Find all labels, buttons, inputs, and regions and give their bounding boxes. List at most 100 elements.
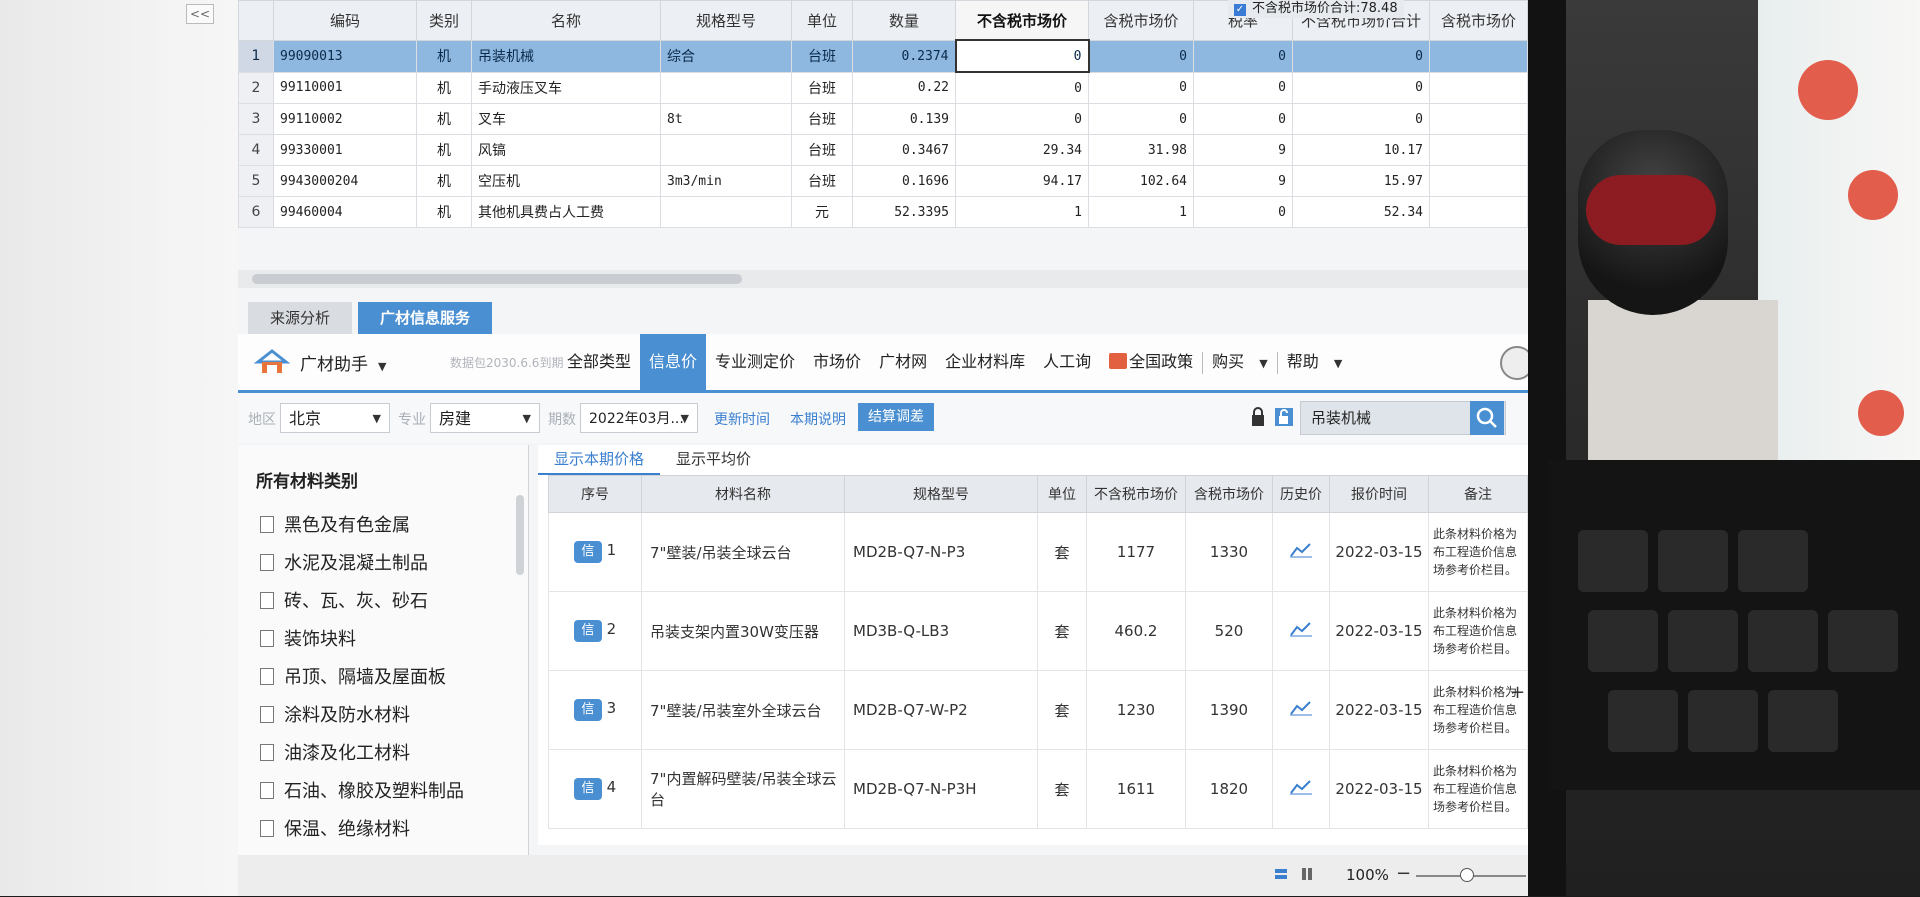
cell-type[interactable]: 机 [416,39,472,73]
price-cell-unit[interactable]: 套 [1037,749,1087,829]
category-item[interactable]: 砖、瓦、灰、砂石 [260,587,428,613]
grid-header-type[interactable]: 类别 [416,0,472,41]
cell-unit[interactable]: 元 [791,196,853,228]
cell-price-ex[interactable]: 29.34 [955,134,1089,166]
price-cell-price-in[interactable]: 1330 [1185,512,1273,592]
category-item[interactable]: 石油、橡胶及塑料制品 [260,777,464,803]
cell-price-in[interactable]: 1 [1088,196,1194,228]
cell-tax[interactable]: 0 [1193,71,1293,104]
cell-price-in[interactable]: 31.98 [1088,134,1194,166]
major-select[interactable]: 房建 ▼ [430,403,540,433]
grid-row[interactable]: 6 99460004 机 其他机具费占人工费 元 52.3395 1 1 0 5… [238,196,1528,228]
cell-qty[interactable]: 0.3467 [852,134,956,166]
cell-unit[interactable]: 台班 [791,71,853,104]
cell-unit[interactable]: 台班 [791,39,853,73]
nav-info-price[interactable]: 信息价 [640,334,707,390]
price-cell-date[interactable]: 2022-03-15 [1329,591,1429,671]
price-cell-unit[interactable]: 套 [1037,512,1087,592]
cell-total-ex[interactable]: 0 [1292,71,1430,104]
cell-code[interactable]: 9943000204 [273,165,417,197]
cell-spec[interactable] [660,196,792,228]
grid-header-price-ex[interactable]: 不含税市场价 [955,0,1089,41]
cell-unit[interactable]: 台班 [791,134,853,166]
trend-chart-icon[interactable] [1290,542,1312,558]
search-icon[interactable] [1470,401,1504,435]
cell-tax[interactable]: 0 [1193,39,1293,73]
cell-spec[interactable] [660,134,792,166]
category-scrollbar[interactable] [516,495,524,575]
settle-button[interactable]: 结算调差 [858,403,934,431]
price-cell-spec[interactable]: MD2B-Q7-N-P3H [844,749,1038,829]
nav-market-price[interactable]: 市场价 [804,334,870,390]
cell-qty[interactable]: 0.22 [852,71,956,104]
column-view-icon[interactable] [1300,867,1314,881]
grid-row[interactable]: 5 9943000204 机 空压机 3m3/min 台班 0.1696 94.… [238,165,1528,197]
zoom-in-button[interactable]: + [1510,682,1525,703]
cell-total-ex[interactable]: 52.34 [1292,196,1430,228]
cell-price-in[interactable]: 102.64 [1088,165,1194,197]
update-time-link[interactable]: 更新时间 [714,409,770,429]
category-item[interactable]: 油漆及化工材料 [260,739,410,765]
list-view-icon[interactable] [1274,867,1288,881]
cell-spec[interactable]: 3m3/min [660,165,792,197]
cell-price-ex[interactable]: 0 [955,71,1089,104]
nav-gc-web[interactable]: 广材网 [870,334,936,390]
trend-chart-icon[interactable] [1290,621,1312,637]
period-note-link[interactable]: 本期说明 [790,409,846,429]
nav-national-policy[interactable]: 全国政策 [1100,334,1202,390]
horizontal-scrollbar[interactable] [238,270,1528,288]
price-cell-price-ex[interactable]: 1177 [1086,512,1186,592]
cell-price-in[interactable]: 0 [1088,71,1194,104]
price-cell-price-ex[interactable]: 1611 [1086,749,1186,829]
grid-header-qty[interactable]: 数量 [852,0,956,41]
grid-header-total-in[interactable]: 含税市场价 [1429,0,1528,41]
category-item[interactable]: 涂料及防水材料 [260,701,410,727]
price-cell-price-ex[interactable]: 460.2 [1086,591,1186,671]
cell-total-in[interactable] [1429,134,1528,166]
cell-qty[interactable]: 0.1696 [852,165,956,197]
grid-header-code[interactable]: 编码 [273,0,417,41]
price-row[interactable]: 信 4 7"内置解码壁装/吊装全球云台 MD2B-Q7-N-P3H 套 1611… [548,749,1528,829]
cell-code[interactable]: 99110001 [273,71,417,104]
category-item[interactable]: 装饰块料 [260,625,356,651]
price-cell-unit[interactable]: 套 [1037,670,1087,750]
category-item[interactable]: 吊顶、隔墙及屋面板 [260,663,446,689]
price-row[interactable]: 信 1 7"壁装/吊装全球云台 MD2B-Q7-N-P3 套 1177 1330… [548,512,1528,592]
cell-code[interactable]: 99460004 [273,196,417,228]
cell-name[interactable]: 空压机 [471,165,661,197]
price-cell-name[interactable]: 7"壁装/吊装室外全球云台 [641,670,845,750]
user-avatar-icon[interactable] [1500,346,1528,380]
price-row[interactable]: 信 3 7"壁装/吊装室外全球云台 MD2B-Q7-W-P2 套 1230 13… [548,670,1528,750]
period-select[interactable]: 2022年03月... ▼ [580,403,698,433]
grid-header-name[interactable]: 名称 [471,0,661,41]
trend-chart-icon[interactable] [1290,700,1312,716]
category-item[interactable]: 黑色及有色金属 [260,511,410,537]
lock-icon[interactable] [1250,407,1266,427]
brand-menu[interactable]: 广材助手 ▼ [300,350,386,375]
grid-header-unit[interactable]: 单位 [791,0,853,41]
nav-all-types[interactable]: 全部类型 [558,334,640,390]
cell-total-in[interactable] [1429,196,1528,228]
price-cell-date[interactable]: 2022-03-15 [1329,512,1429,592]
cell-price-in[interactable]: 0 [1088,39,1194,73]
cell-code[interactable]: 99110002 [273,103,417,135]
tab-material-info[interactable]: 广材信息服务 [358,302,493,334]
zoom-out-button[interactable]: − [1396,863,1411,884]
grid-row[interactable]: 4 99330001 机 风镐 台班 0.3467 29.34 31.98 9 … [238,134,1528,166]
nav-labor-inquiry[interactable]: 人工询 [1034,334,1100,390]
cell-type[interactable]: 机 [416,134,472,166]
unlock-icon[interactable] [1274,407,1294,427]
cell-spec[interactable]: 综合 [660,39,792,73]
grid-row[interactable]: 2 99110001 机 手动液压叉车 台班 0.22 0 0 0 0 [238,71,1528,104]
cell-name[interactable]: 叉车 [471,103,661,135]
price-cell-date[interactable]: 2022-03-15 [1329,670,1429,750]
cell-type[interactable]: 机 [416,165,472,197]
category-item[interactable]: 保温、绝缘材料 [260,815,410,841]
cell-total-ex[interactable]: 15.97 [1292,165,1430,197]
tab-average-price[interactable]: 显示平均价 [660,445,767,473]
cell-total-in[interactable] [1429,39,1528,73]
price-cell-price-in[interactable]: 520 [1185,591,1273,671]
cell-total-in[interactable] [1429,103,1528,135]
nav-help[interactable]: 帮助 ▼ [1278,334,1352,390]
cell-qty[interactable]: 52.3395 [852,196,956,228]
